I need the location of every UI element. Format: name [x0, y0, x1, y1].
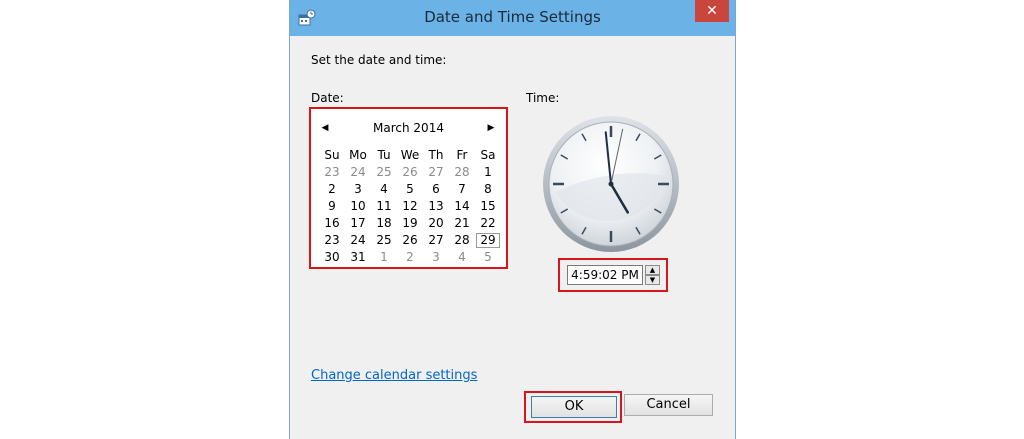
calendar-day[interactable]: 1 — [371, 249, 397, 266]
time-label: Time: — [526, 91, 560, 105]
calendar-day[interactable]: 24 — [345, 164, 371, 181]
calendar-day[interactable]: 12 — [397, 198, 423, 215]
cancel-button[interactable]: Cancel — [624, 394, 713, 416]
calendar-day-of-week: Fr — [456, 148, 468, 162]
calendar-day[interactable]: 27 — [423, 164, 449, 181]
calendar-day[interactable]: 15 — [475, 198, 501, 215]
calendar-day[interactable]: 24 — [345, 232, 371, 249]
calendar-day[interactable]: 26 — [397, 164, 423, 181]
calendar-day[interactable]: 16 — [319, 215, 345, 232]
calendar-day[interactable]: 3 — [423, 249, 449, 266]
calendar-day[interactable]: 28 — [449, 232, 475, 249]
ok-button[interactable]: OK — [531, 396, 617, 418]
ok-button-highlight: OK — [524, 391, 622, 423]
calendar-day[interactable]: 7 — [449, 181, 475, 198]
calendar-day-of-week: Sa — [480, 148, 496, 162]
calendar: ◀ March 2014 ▶ Su Mo Tu We Th Fr Sa 23 24 25 26 27 2… — [309, 107, 508, 269]
date-time-settings-window: Date and Time Settings ✕ Set the date an… — [289, 0, 736, 439]
calendar-day[interactable]: 11 — [371, 198, 397, 215]
calendar-day[interactable]: 19 — [397, 215, 423, 232]
calendar-day[interactable]: 2 — [319, 181, 345, 198]
change-calendar-settings-link[interactable]: Change calendar settings — [311, 368, 477, 383]
calendar-day[interactable]: 25 — [371, 164, 397, 181]
calendar-day[interactable]: 8 — [475, 181, 501, 198]
calendar-day[interactable]: 5 — [397, 181, 423, 198]
analog-clock — [541, 114, 681, 254]
time-field-frame: ▲ ▼ — [558, 258, 668, 292]
time-spin-up-icon[interactable]: ▲ — [645, 265, 660, 275]
calendar-day[interactable]: 23 — [319, 232, 345, 249]
calendar-day[interactable]: 4 — [449, 249, 475, 266]
time-spin-down-icon[interactable]: ▼ — [645, 275, 660, 285]
calendar-day[interactable]: 25 — [371, 232, 397, 249]
calendar-day[interactable]: 10 — [345, 198, 371, 215]
calendar-day[interactable]: 18 — [371, 215, 397, 232]
calendar-day[interactable]: 20 — [423, 215, 449, 232]
analog-clock-face-icon — [543, 116, 679, 252]
time-input[interactable] — [567, 265, 643, 285]
calendar-day-of-week: Tu — [377, 148, 391, 162]
calendar-day-of-week: Th — [428, 148, 444, 162]
calendar-day-of-week: Mo — [349, 148, 367, 162]
calendar-day[interactable]: 3 — [345, 181, 371, 198]
calendar-day[interactable]: 13 — [423, 198, 449, 215]
calendar-day[interactable]: 31 — [345, 249, 371, 266]
close-icon: ✕ — [706, 3, 718, 19]
calendar-day[interactable]: 4 — [371, 181, 397, 198]
instruction-label: Set the date and time: — [311, 53, 447, 67]
calendar-day-of-week: Su — [324, 148, 340, 162]
calendar-day[interactable]: 9 — [319, 198, 345, 215]
calendar-day-of-week: We — [400, 148, 420, 162]
calendar-day[interactable]: 26 — [397, 232, 423, 249]
calendar-day-selected[interactable]: 29 — [475, 232, 501, 249]
calendar-day[interactable]: 14 — [449, 198, 475, 215]
calendar-day[interactable]: 21 — [449, 215, 475, 232]
next-month-icon[interactable]: ▶ — [484, 121, 498, 135]
calendar-day[interactable]: 5 — [475, 249, 501, 266]
dialog-client-area: Set the date and time: Date: Time: ◀ Mar… — [290, 36, 735, 439]
calendar-day[interactable]: 23 — [319, 164, 345, 181]
close-button[interactable]: ✕ — [695, 0, 729, 22]
calendar-day[interactable]: 2 — [397, 249, 423, 266]
calendar-day[interactable]: 1 — [475, 164, 501, 181]
calendar-day[interactable]: 22 — [475, 215, 501, 232]
calendar-day[interactable]: 17 — [345, 215, 371, 232]
calendar-day[interactable]: 27 — [423, 232, 449, 249]
calendar-day[interactable]: 6 — [423, 181, 449, 198]
window-title: Date and Time Settings — [424, 8, 601, 26]
calendar-day[interactable]: 30 — [319, 249, 345, 266]
title-bar[interactable]: Date and Time Settings ✕ — [290, 0, 735, 36]
date-label: Date: — [311, 91, 344, 105]
calendar-day[interactable]: 28 — [449, 164, 475, 181]
calendar-month-label[interactable]: March 2014 — [311, 121, 506, 137]
calendar-day-grid: Su Mo Tu We Th Fr Sa 23 24 25 26 27 28 1 2 3 4 5 6 7 8 9 10 11 1… — [319, 147, 503, 266]
